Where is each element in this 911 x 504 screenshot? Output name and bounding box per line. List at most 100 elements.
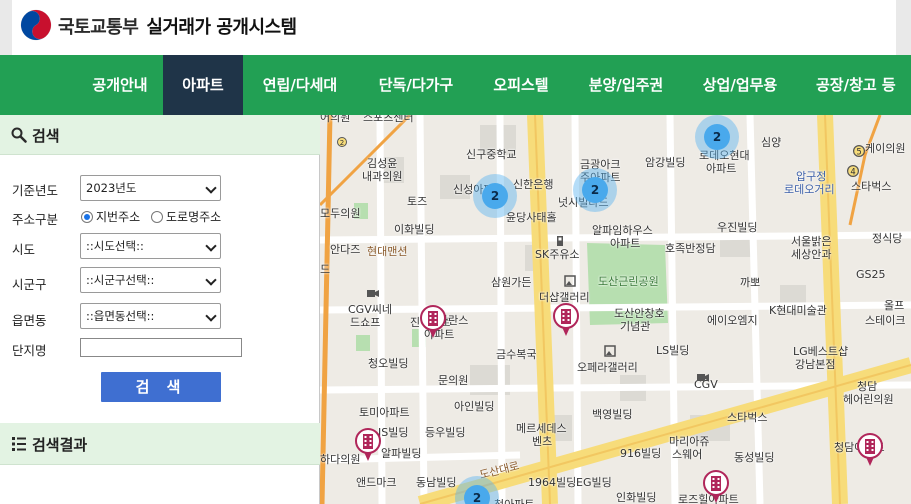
map-view[interactable]: 스포츠센터 신구중학교 김성윤 내과의원 신성아파트 신한은행 금광아크 주아파…: [320, 115, 911, 504]
map-label: 금수복국: [496, 348, 537, 361]
taegeuk-logo-icon[interactable]: [20, 9, 52, 41]
map-label: 문의원: [438, 374, 469, 387]
results-section-header: 검색결과: [0, 423, 320, 465]
map-label: JS빌딩: [378, 426, 409, 439]
tab-detached[interactable]: 단독/다가구: [364, 55, 468, 115]
map-label: 올프: [884, 299, 905, 312]
svg-text:4: 4: [850, 167, 855, 177]
map-label: SK주유소: [535, 248, 580, 261]
cinema-icon: [367, 290, 379, 297]
eupmyeondong-select[interactable]: ::읍면동선택::: [80, 303, 221, 329]
map-label: 아파트: [610, 237, 641, 250]
map-label: 현대맨션: [367, 245, 408, 258]
eupmyeondong-label: 읍면동: [12, 313, 47, 328]
map-label: 백영빌딩: [592, 408, 633, 421]
cluster-marker[interactable]: 2: [473, 174, 517, 218]
cluster-count: 2: [582, 177, 608, 203]
results-title: 검색결과: [32, 436, 88, 454]
radio-jibun-control[interactable]: [81, 211, 93, 223]
tab-factory[interactable]: 공장/창고 등: [804, 55, 911, 115]
map-label: 헤어린의원: [843, 393, 894, 406]
apartment-marker-icon[interactable]: [703, 470, 729, 504]
main-nav: 공개안내 아파트 연립/다세대 단독/다가구 오피스텔 분양/입주권 상업/업무…: [0, 55, 911, 115]
radio-road-label: 도로명주소: [166, 210, 222, 224]
map-label: GS25: [856, 268, 886, 281]
radio-road-control[interactable]: [151, 211, 163, 223]
apartment-marker-icon[interactable]: [553, 303, 579, 337]
system-name: 실거래가 공개시스템: [146, 17, 297, 38]
apartment-marker-icon[interactable]: [355, 428, 381, 462]
chevron-down-icon: [205, 240, 217, 252]
sigungu-label: 시군구: [12, 277, 47, 292]
apartment-marker-icon[interactable]: [857, 433, 883, 467]
map-label: 로데오거리: [784, 183, 835, 196]
search-title: 검색: [32, 127, 60, 145]
map-label: 스웨어: [672, 448, 703, 461]
map-label: 내과의원: [362, 170, 403, 183]
map-label: 청오빌딩: [368, 357, 409, 370]
bus-stop-icon: 2: [337, 137, 347, 147]
tab-row-house[interactable]: 연립/다세대: [248, 55, 352, 115]
map-label: 인화빌딩: [616, 491, 657, 504]
map-label: 안다즈: [330, 243, 361, 256]
gallery-icon: [564, 275, 576, 287]
year-select-value: 2023년도: [86, 181, 137, 195]
sigungu-select[interactable]: ::시군구선택::: [80, 267, 221, 293]
tab-officetel[interactable]: 오피스텔: [478, 55, 564, 115]
sido-select[interactable]: ::시도선택::: [80, 233, 221, 259]
map-label: 아파트: [706, 162, 737, 175]
tab-apartment[interactable]: 아파트: [163, 55, 243, 115]
list-icon: [12, 437, 26, 451]
cluster-count: 2: [704, 124, 730, 150]
map-label: K현대미술관: [769, 304, 827, 317]
cluster-count: 2: [482, 183, 508, 209]
map-label: 암강빌딩: [645, 156, 686, 169]
eupmyeondong-select-value: ::읍면동선택::: [86, 309, 155, 323]
cluster-marker[interactable]: 2: [573, 168, 617, 212]
radio-jibun[interactable]: 지번주소: [81, 208, 140, 225]
map-label: 까뽀: [740, 276, 761, 289]
gallery-icon: [604, 345, 616, 357]
chevron-down-icon: [205, 274, 217, 286]
cluster-marker[interactable]: 2: [695, 115, 739, 159]
apt-name-input[interactable]: [80, 338, 242, 357]
sido-select-value: ::시도선택::: [86, 239, 144, 253]
map-label: 우진빌딩: [717, 221, 758, 234]
map-label: 토즈: [407, 195, 428, 208]
tab-notice[interactable]: 공개안내: [80, 55, 160, 115]
year-select[interactable]: 2023년도: [80, 175, 221, 201]
map-label: 케이의원: [865, 142, 906, 155]
site-title[interactable]: 국토교통부 실거래가 공개시스템: [58, 13, 297, 39]
map-label: 스타벅스: [727, 411, 768, 424]
map-label: 드: [320, 263, 331, 276]
map-label: 아인빌딩: [454, 400, 495, 413]
map-label: 916빌딩: [620, 447, 662, 460]
cinema-icon: [697, 374, 709, 381]
map-label: 삼원가든: [491, 276, 532, 289]
map-label: 모두의원: [320, 207, 361, 220]
map-label: 동성빌딩: [734, 451, 775, 464]
site-header: 국토교통부 실거래가 공개시스템: [12, 0, 896, 55]
map-label: 세상안과: [791, 248, 832, 261]
map-label: 오페라갤러리: [577, 361, 638, 374]
map-label: 등우빌딩: [425, 426, 466, 439]
map-label: 윤당사태홀: [506, 211, 557, 224]
map-label: 호족반정담: [665, 242, 716, 255]
map-label: 스타벅스: [851, 180, 892, 193]
map-label: 스테이크: [865, 314, 906, 327]
search-button[interactable]: 검 색: [101, 372, 221, 402]
map-label: 정식당: [872, 232, 903, 245]
address-type-label: 주소구분: [12, 212, 59, 227]
apartment-marker-icon[interactable]: [420, 305, 446, 339]
map-label: 1964빌딩: [528, 476, 577, 489]
radio-road[interactable]: 도로명주소: [151, 208, 221, 225]
map-label: 신구중학교: [466, 148, 517, 161]
tab-presale[interactable]: 분양/입주권: [574, 55, 678, 115]
chevron-down-icon: [205, 182, 217, 194]
apt-name-label: 단지명: [12, 343, 47, 358]
cluster-count: 2: [464, 485, 490, 504]
bus-stop-icon: 5: [853, 145, 865, 157]
map-label: 알파빌딩: [381, 447, 422, 460]
app-window: 국토교통부 실거래가 공개시스템 공개안내 아파트 연립/다세대 단독/다가구 오…: [0, 0, 911, 504]
tab-commercial[interactable]: 상업/업무용: [688, 55, 792, 115]
